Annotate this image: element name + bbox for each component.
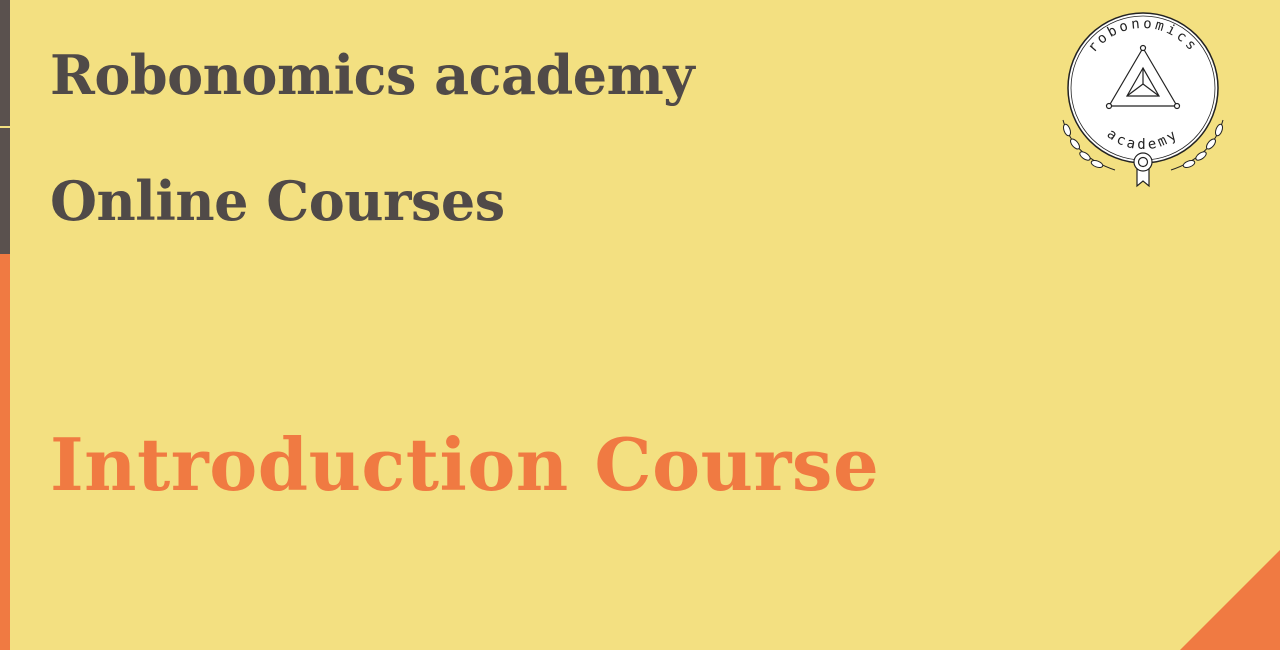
corner-accent-triangle: [1180, 550, 1280, 650]
left-accent-bar-top: [0, 0, 10, 126]
robonomics-academy-logo: robonomics academy: [1062, 12, 1224, 188]
brand-title: Robonomics academy: [50, 43, 695, 107]
left-accent-bar-middle: [0, 128, 10, 254]
course-title: Introduction Course: [50, 422, 880, 507]
page-subtitle: Online Courses: [50, 169, 505, 233]
medal-icon: [1133, 152, 1153, 188]
left-accent-bar-orange: [0, 254, 10, 650]
